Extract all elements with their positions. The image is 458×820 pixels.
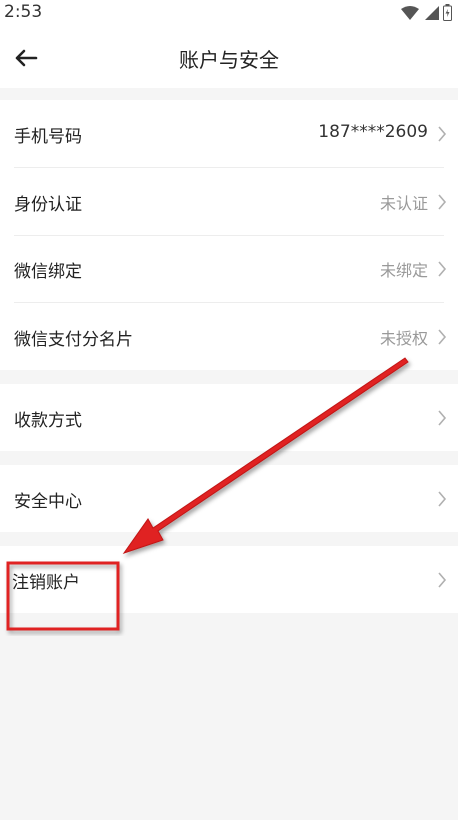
- chevron-right-icon: [438, 410, 447, 426]
- account-info-section: 手机号码 187****2609 身份认证 未认证 微信绑定 未绑定 微信支付分…: [0, 100, 458, 370]
- chevron-right-icon: [438, 261, 447, 277]
- row-label: 收款方式: [14, 411, 82, 431]
- page-title: 账户与安全: [179, 48, 279, 72]
- chevron-right-icon: [438, 329, 447, 345]
- row-label: 安全中心: [14, 492, 82, 512]
- payment-method-section: 收款方式: [0, 384, 458, 451]
- row-value: 187****2609: [318, 122, 428, 142]
- nav-bar: 账户与安全: [0, 26, 458, 88]
- chevron-right-icon: [438, 126, 447, 142]
- row-label: 手机号码: [14, 127, 82, 147]
- status-icons: [401, 4, 452, 21]
- row-label: 注销账户: [12, 573, 80, 593]
- battery-icon: [443, 4, 452, 21]
- row-wechat-binding[interactable]: 微信绑定 未绑定: [0, 235, 458, 302]
- cancel-account-section: 注销账户: [0, 546, 458, 613]
- row-phone-number[interactable]: 手机号码 187****2609: [0, 100, 458, 167]
- row-value: 未绑定: [379, 261, 428, 280]
- row-label: 身份认证: [14, 195, 82, 215]
- chevron-right-icon: [438, 194, 447, 210]
- row-label: 微信支付分名片: [14, 330, 133, 350]
- row-wechat-pay-score-card[interactable]: 微信支付分名片 未授权: [0, 303, 458, 370]
- chevron-right-icon: [438, 491, 447, 507]
- row-value: 未认证: [379, 194, 428, 213]
- row-identity-verification[interactable]: 身份认证 未认证: [0, 168, 458, 235]
- row-security-center[interactable]: 安全中心: [0, 465, 458, 532]
- row-payment-method[interactable]: 收款方式: [0, 384, 458, 451]
- security-center-section: 安全中心: [0, 465, 458, 532]
- status-bar: 2:53: [0, 0, 458, 26]
- wifi-icon: [401, 5, 419, 20]
- signal-icon: [425, 5, 439, 20]
- status-time: 2:53: [4, 2, 43, 22]
- row-label: 微信绑定: [14, 262, 82, 282]
- row-cancel-account[interactable]: 注销账户: [0, 546, 458, 613]
- row-value: 未授权: [379, 329, 428, 348]
- chevron-right-icon: [438, 572, 447, 588]
